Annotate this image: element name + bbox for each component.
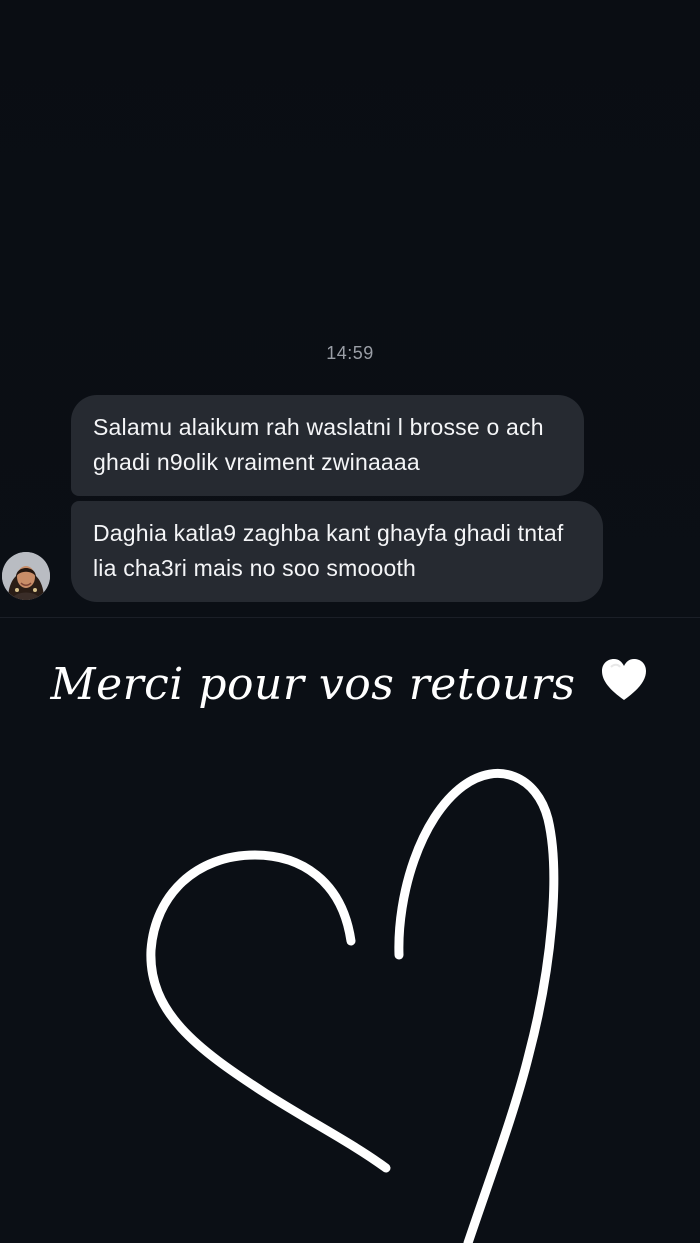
avatar[interactable] bbox=[2, 552, 50, 600]
message-text: Salamu alaikum rah waslatni l brosse o a… bbox=[93, 414, 544, 475]
message-bubble[interactable]: Daghia katla9 zaghba kant ghayfa ghadi t… bbox=[71, 501, 603, 602]
profile-photo-icon bbox=[2, 552, 50, 600]
message-bubble[interactable]: Salamu alaikum rah waslatni l brosse o a… bbox=[71, 395, 584, 496]
caption-text: Merci pour vos retours bbox=[50, 659, 576, 710]
story-caption: Merci pour vos retours bbox=[0, 657, 700, 710]
message-text: Daghia katla9 zaghba kant ghayfa ghadi t… bbox=[93, 520, 564, 581]
screenshot-divider bbox=[0, 617, 700, 618]
dm-screenshot: 14:59 Salamu alaikum rah waslatni l bros… bbox=[0, 0, 700, 617]
white-heart-icon bbox=[602, 659, 647, 700]
message-timestamp: 14:59 bbox=[326, 343, 374, 363]
